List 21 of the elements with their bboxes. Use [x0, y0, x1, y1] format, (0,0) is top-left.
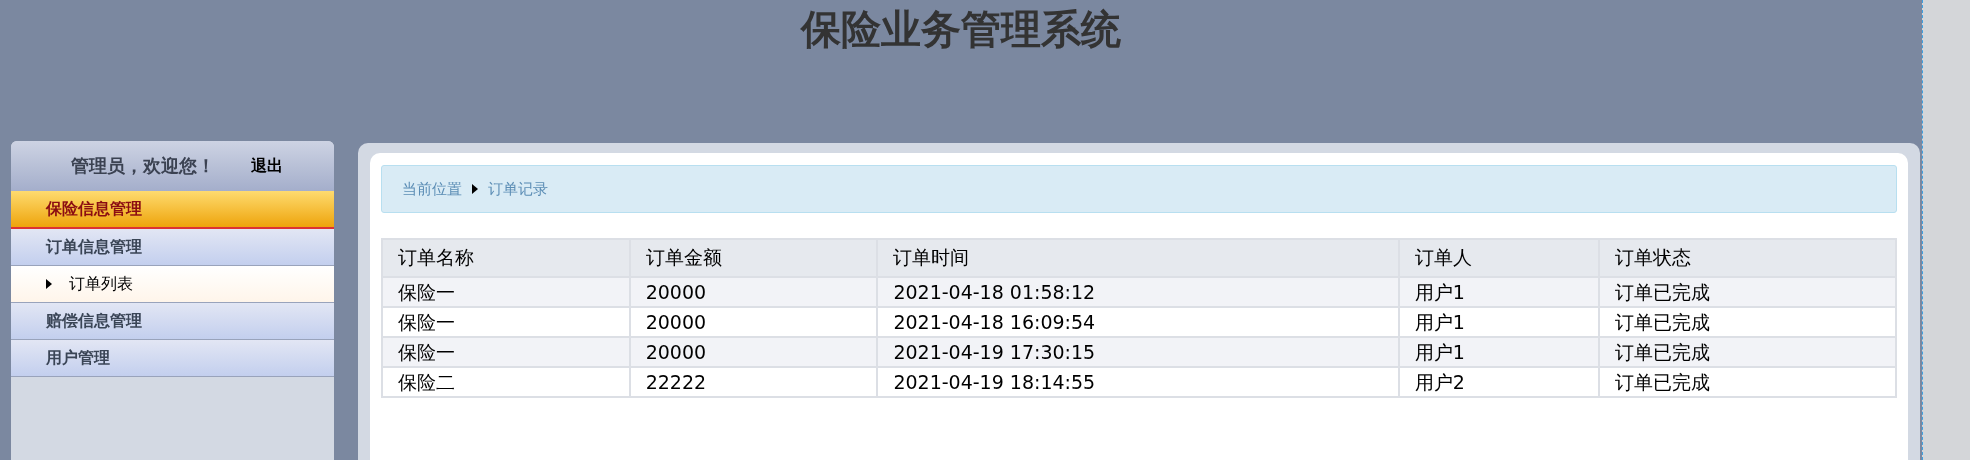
menu-group[interactable]: 用户管理: [11, 340, 334, 377]
table-cell: 22222: [629, 367, 878, 397]
column-header: 订单金额: [629, 239, 878, 277]
menu-group[interactable]: 保险信息管理: [11, 191, 334, 229]
column-header: 订单名称: [382, 239, 630, 277]
triangle-icon: [46, 279, 52, 289]
menu-group[interactable]: 赔偿信息管理: [11, 303, 334, 340]
table-cell: 用户2: [1398, 367, 1600, 397]
logout-link[interactable]: 退出: [251, 155, 283, 177]
table-cell: 保险二: [382, 367, 630, 397]
table-cell: 订单已完成: [1599, 367, 1896, 397]
column-header: 订单时间: [877, 239, 1399, 277]
column-header: 订单状态: [1599, 239, 1896, 277]
breadcrumb-item: 当前位置: [402, 179, 462, 199]
welcome-text: 管理员，欢迎您！: [71, 154, 215, 178]
table-cell: 2021-04-19 18:14:55: [877, 367, 1399, 397]
triangle-icon: [472, 184, 478, 194]
page-title: 保险业务管理系统: [801, 5, 1121, 54]
column-header: 订单人: [1398, 239, 1600, 277]
menu-group[interactable]: 订单信息管理: [11, 229, 334, 266]
menu-item[interactable]: 订单列表: [11, 266, 334, 303]
